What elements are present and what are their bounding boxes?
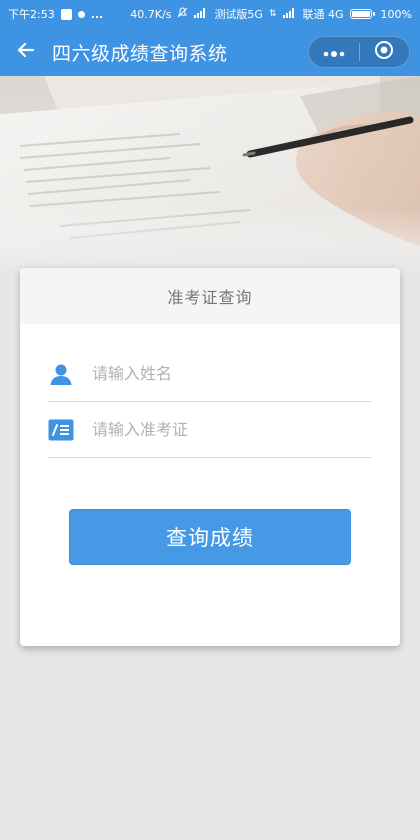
status-time: 下午2:53 xyxy=(8,8,55,21)
close-button[interactable] xyxy=(360,37,410,67)
page-title: 四六级成绩查询系统 xyxy=(52,42,228,65)
back-button[interactable] xyxy=(0,28,52,76)
card-title: 准考证查询 xyxy=(167,288,253,307)
name-input[interactable] xyxy=(92,364,352,383)
query-card: 准考证查询 查询成绩 xyxy=(20,268,400,646)
more-button[interactable] xyxy=(309,37,359,67)
exam-id-field[interactable] xyxy=(48,402,372,458)
target-icon xyxy=(374,40,394,64)
id-card-icon xyxy=(48,417,74,443)
signal-icon xyxy=(194,7,208,21)
mute-icon xyxy=(177,7,188,21)
more-dots-icon xyxy=(322,43,346,62)
battery-level: 100% xyxy=(380,7,412,21)
query-score-button[interactable]: 查询成绩 xyxy=(69,509,351,565)
signal-icon-2 xyxy=(282,7,297,21)
notification-dot-icon xyxy=(77,10,85,18)
battery-icon xyxy=(349,9,375,19)
mini-program-capsule xyxy=(308,36,410,68)
title-bar: 四六级成绩查询系统 xyxy=(0,28,420,76)
exam-id-input[interactable] xyxy=(92,420,352,439)
status-more: ... xyxy=(90,7,104,21)
back-arrow-icon xyxy=(16,40,36,64)
carrier-2: 联通 4G xyxy=(302,8,344,21)
notification-icon xyxy=(60,8,72,20)
network-speed: 40.7K/s xyxy=(130,7,172,21)
name-field[interactable] xyxy=(48,346,372,402)
data-transfer-icon: ⇅ xyxy=(268,9,277,19)
card-header: 准考证查询 xyxy=(20,268,400,324)
status-bar: 下午2:53 ... 40.7K/s 测试版5G ⇅ 联通 4G 100% xyxy=(0,0,420,28)
user-icon xyxy=(48,361,74,387)
document-pen-photo xyxy=(0,76,420,266)
carrier-1: 测试版5G xyxy=(214,8,263,21)
banner-image xyxy=(0,76,420,266)
